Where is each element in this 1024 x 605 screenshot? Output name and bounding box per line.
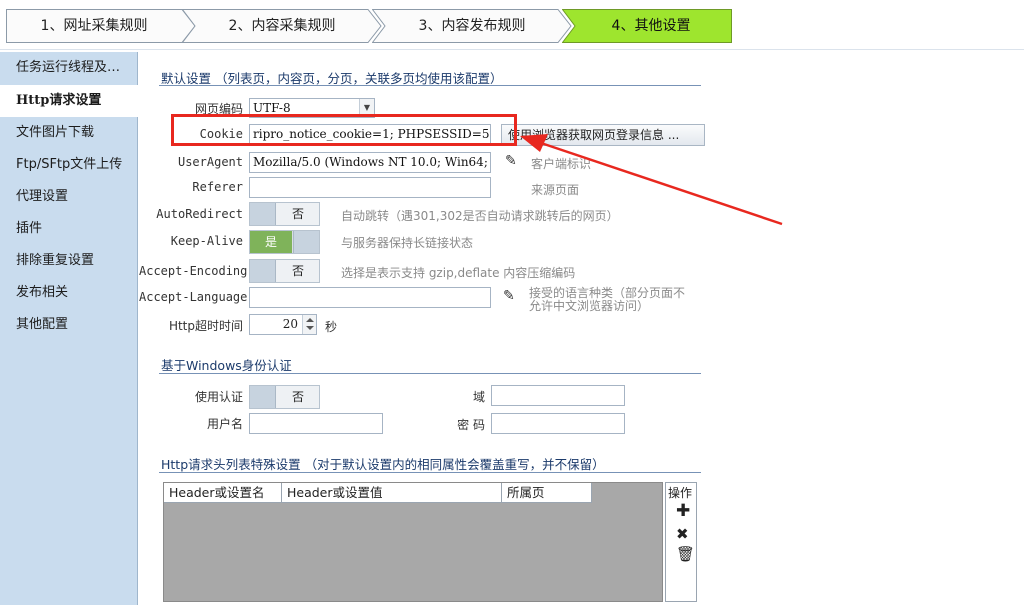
accept-language-input[interactable] xyxy=(249,287,491,308)
tab-step-3[interactable]: 3、内容发布规则 xyxy=(372,9,572,43)
operations-panel: 操作 ✚ ✖ 🗑 xyxy=(665,482,697,602)
sidebar-item-plugins[interactable]: 插件 xyxy=(0,213,138,245)
sidebar-item-file-download[interactable]: 文件图片下载 xyxy=(0,117,138,149)
column-header-value[interactable]: Header或设置值 xyxy=(282,483,502,503)
windows-auth-title: 基于Windows身份认证 xyxy=(161,358,292,373)
sidebar-item-publish[interactable]: 发布相关 xyxy=(0,277,138,309)
autoredirect-state: 否 xyxy=(291,207,304,221)
sidebar-item-ftp[interactable]: Ftp/SFtp文件上传 xyxy=(0,149,138,181)
useragent-label: UserAgent xyxy=(177,155,243,169)
autoredirect-hint: 自动跳转（遇301,302是否自动请求跳转后的网页） xyxy=(341,209,619,223)
accept-encoding-hint: 选择是表示支持 gzip,deflate 内容压缩编码 xyxy=(341,266,576,280)
domain-label: 域 xyxy=(472,390,485,404)
main-panel: 默认设置 （列表页，内容页，分页，关联多页均使用该配置） 网页编码 UTF-8 … xyxy=(139,52,1024,605)
referer-label: Referer xyxy=(192,180,243,194)
headers-table[interactable]: Header或设置名 Header或设置值 所属页 xyxy=(163,482,663,602)
sidebar: 任务运行线程及… Http请求设置 文件图片下载 Ftp/SFtp文件上传 代理… xyxy=(0,52,139,605)
timeout-stepper[interactable]: 20 xyxy=(249,314,317,335)
trash-icon[interactable]: 🗑 xyxy=(676,545,695,563)
use-auth-toggle[interactable]: 否 xyxy=(249,385,320,409)
tab-step-1[interactable]: 1、网址采集规则 xyxy=(6,9,196,43)
autoredirect-label: AutoRedirect xyxy=(156,207,243,221)
domain-input[interactable] xyxy=(491,385,625,406)
useragent-hint: 客户端标识 xyxy=(531,157,592,171)
tab-step-2-label: 2、内容采集规则 xyxy=(228,18,336,34)
accept-encoding-label: Accept-Encoding xyxy=(139,264,248,278)
table-header: Header或设置名 Header或设置值 所属页 xyxy=(164,483,592,503)
timeout-label: Http超时时间 xyxy=(168,319,243,333)
tab-step-2[interactable]: 2、内容采集规则 xyxy=(182,9,382,43)
timeout-value: 20 xyxy=(282,317,298,331)
use-auth-label: 使用认证 xyxy=(194,390,243,404)
chevron-down-icon[interactable]: ▼ xyxy=(359,99,374,117)
edit-icon[interactable]: ✎ xyxy=(505,153,517,169)
stepper-arrows-icon[interactable] xyxy=(302,315,316,334)
section-divider xyxy=(159,85,701,86)
tab-step-4-label: 4、其他设置 xyxy=(611,18,691,34)
encoding-label: 网页编码 xyxy=(194,102,243,116)
username-input[interactable] xyxy=(249,413,383,434)
autoredirect-toggle[interactable]: 否 xyxy=(249,202,320,226)
referer-input[interactable] xyxy=(249,177,491,198)
cookie-input[interactable]: ripro_notice_cookie=1; PHPSESSID=5mgo xyxy=(249,124,491,145)
tab-step-1-label: 1、网址采集规则 xyxy=(40,18,148,34)
timeout-unit: 秒 xyxy=(325,320,338,334)
get-browser-login-button[interactable]: 使用浏览器获取网页登录信息 ... xyxy=(501,124,705,146)
sidebar-item-proxy[interactable]: 代理设置 xyxy=(0,181,138,213)
sidebar-item-threads[interactable]: 任务运行线程及… xyxy=(0,52,138,84)
accept-encoding-state: 否 xyxy=(291,264,304,278)
keepalive-hint: 与服务器保持长链接状态 xyxy=(341,236,474,250)
step-tabs: 1、网址采集规则 2、内容采集规则 3、内容发布规则 4、其他设置 xyxy=(0,0,1024,50)
referer-hint: 来源页面 xyxy=(531,183,580,197)
plus-icon[interactable]: ✚ xyxy=(676,501,690,521)
sidebar-item-dedupe[interactable]: 排除重复设置 xyxy=(0,245,138,277)
tab-step-4[interactable]: 4、其他设置 xyxy=(562,9,732,43)
accept-language-hint-2: 允许中文浏览器访问） xyxy=(529,299,650,313)
column-header-name[interactable]: Header或设置名 xyxy=(164,483,282,503)
username-label: 用户名 xyxy=(206,417,243,431)
section-divider xyxy=(159,373,701,374)
toggle-knob xyxy=(250,386,276,408)
sidebar-item-other[interactable]: 其他配置 xyxy=(0,309,138,341)
toggle-knob xyxy=(293,231,319,253)
operations-label: 操作 xyxy=(668,486,693,500)
use-auth-state: 否 xyxy=(291,390,304,404)
tab-step-3-label: 3、内容发布规则 xyxy=(418,18,526,34)
keepalive-label: Keep-Alive xyxy=(170,234,243,248)
sidebar-item-http[interactable]: Http请求设置 xyxy=(0,85,139,117)
accept-encoding-toggle[interactable]: 否 xyxy=(249,259,320,283)
toggle-knob xyxy=(250,203,276,225)
password-label: 密 码 xyxy=(457,418,485,432)
encoding-value: UTF-8 xyxy=(253,101,291,115)
column-header-page[interactable]: 所属页 xyxy=(502,483,592,503)
section-divider xyxy=(159,472,701,473)
cookie-label: Cookie xyxy=(199,127,243,141)
keepalive-state: 是 xyxy=(250,231,292,253)
password-input[interactable] xyxy=(491,413,625,434)
toggle-knob xyxy=(250,260,276,282)
keepalive-toggle[interactable]: 是 xyxy=(249,230,320,254)
useragent-input[interactable]: Mozilla/5.0 (Windows NT 10.0; Win64; xyxy=(249,152,491,173)
accept-language-label: Accept-Language xyxy=(139,290,248,304)
encoding-select[interactable]: UTF-8 ▼ xyxy=(249,98,375,118)
close-icon[interactable]: ✖ xyxy=(676,525,689,543)
headers-section-title: Http请求头列表特殊设置 （对于默认设置内的相同属性会覆盖重写，并不保留） xyxy=(161,457,605,472)
edit-icon[interactable]: ✎ xyxy=(503,288,515,304)
